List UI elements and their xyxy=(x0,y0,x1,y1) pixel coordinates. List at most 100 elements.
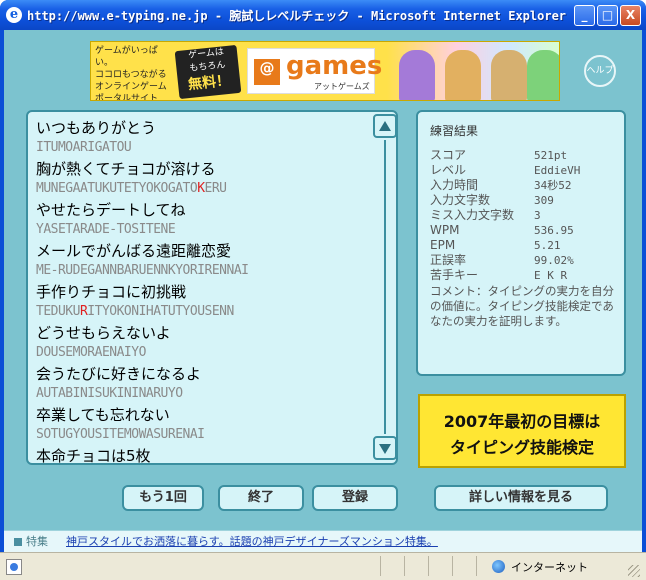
retry-button[interactable]: もう1回 xyxy=(122,485,204,511)
help-button[interactable]: ヘルプ xyxy=(584,55,616,87)
status-divider xyxy=(452,556,453,576)
typing-line-romaji: ITUMOARIGATOU xyxy=(36,140,132,155)
promo-line-1: 2007年最初の目標は xyxy=(443,412,601,431)
badge-free: 無料！ xyxy=(187,72,231,94)
feature-label: 特集 xyxy=(26,535,48,548)
status-divider xyxy=(428,556,429,576)
result-value: EddieVH xyxy=(534,164,581,177)
page-status-icon xyxy=(6,559,22,575)
status-bar: インターネット xyxy=(0,552,646,580)
typing-lines: いつもありがとう ITUMOARIGATOU 胸が熱くてチョコが溶ける MUNEGAA… xyxy=(36,118,366,465)
minimize-button[interactable]: _ xyxy=(574,5,595,26)
window-title: http://www.e-typing.ne.jp - 腕試しレベルチェック -… xyxy=(27,9,567,23)
results-comment: コメント：タイピングの実力を自分の価値に。タイピング技能検定であなたの実力を証明… xyxy=(430,284,614,328)
typing-exam-promo[interactable]: 2007年最初の目標は タイピング技能検定 xyxy=(418,394,626,468)
results-panel: 練習結果 スコア 521pt レベル EddieVH 入力時間 34秒52 入力文字数 309… xyxy=(416,110,626,376)
feature-link[interactable]: 神戸スタイルでお洒落に暮らす。話題の神戸デザイナーズマンション特集。 xyxy=(66,531,438,553)
result-value: 34秒52 xyxy=(534,179,572,192)
resize-grip-icon[interactable] xyxy=(628,565,640,577)
arrow-up-icon xyxy=(379,121,391,131)
title-bar[interactable]: e http://www.e-typing.ne.jp - 腕試しレベルチェック… xyxy=(0,0,646,30)
result-row: EPM 5.21 xyxy=(430,238,620,253)
result-value: 309 xyxy=(534,194,554,207)
result-row: スコア 521pt xyxy=(430,148,620,163)
typing-line-japanese: 本命チョコは5枚 xyxy=(36,447,151,465)
globe-icon xyxy=(492,560,505,573)
register-button[interactable]: 登録 xyxy=(312,485,398,511)
banner-tagline-line: ココロもつながる xyxy=(95,70,167,80)
result-row: 正誤率 99.02% xyxy=(430,253,620,268)
typing-line-romaji: SOTUGYOUSITEMOWASURENAI xyxy=(36,427,205,442)
text-scrollbar[interactable] xyxy=(372,112,396,463)
details-button[interactable]: 詳しい情報を見る xyxy=(434,485,608,511)
feature-bar: 特集 神戸スタイルでお洒落に暮らす。話題の神戸デザイナーズマンション特集。 xyxy=(4,530,642,552)
result-key: ミス入力文字数 xyxy=(430,208,515,222)
typing-line-japanese: どうせもらえないよ xyxy=(36,324,171,342)
results-title: 練習結果 xyxy=(430,124,479,138)
typing-line-japanese: やせたらデートしてね xyxy=(36,201,186,219)
result-key: スコア xyxy=(430,148,467,162)
result-key: WPM xyxy=(430,223,460,237)
zone-label: インターネット xyxy=(511,561,588,574)
status-divider xyxy=(476,556,477,576)
banner-tagline-line: オンラインゲーム xyxy=(95,82,167,92)
scroll-track[interactable] xyxy=(384,140,386,434)
typing-line-romaji: TEDUKURITYOKONIHATUTYOUSENN xyxy=(36,304,234,319)
internet-zone: インターネット xyxy=(492,559,588,575)
typing-line-japanese: 胸が熱くてチョコが溶ける xyxy=(36,160,216,178)
result-value: 536.95 xyxy=(534,224,574,237)
feature-square-icon xyxy=(14,538,22,546)
free-badge: ゲームは もちろん 無料！ xyxy=(174,44,242,100)
result-value: 99.02% xyxy=(534,254,574,267)
typing-line-japanese: メールでがんばる遠距離恋愛 xyxy=(36,242,232,260)
result-key: 入力時間 xyxy=(430,178,479,192)
miss-character: K xyxy=(197,181,205,196)
at-icon: @ xyxy=(254,59,280,85)
result-row: 苦手キー E K R xyxy=(430,268,620,283)
typing-line-japanese: いつもありがとう xyxy=(36,119,157,137)
typing-text-panel: いつもありがとう ITUMOARIGATOU 胸が熱くてチョコが溶ける MUNEGAA… xyxy=(26,110,398,465)
result-row: 入力文字数 309 xyxy=(430,193,620,208)
character-figure xyxy=(491,50,527,100)
maximize-button[interactable]: □ xyxy=(597,5,618,26)
ie-logo-icon: e xyxy=(6,7,22,23)
typing-line-japanese: 手作りチョコに初挑戦 xyxy=(36,283,187,301)
scroll-up-button[interactable] xyxy=(373,114,396,138)
promo-line-2: タイピング技能検定 xyxy=(449,438,594,457)
banner-tagline-line: ポータルサイト xyxy=(95,94,159,101)
typing-line-romaji: YASETARADE-TOSITENE xyxy=(36,222,176,237)
typing-line-japanese: 卒業しても忘れない xyxy=(36,406,170,424)
banner-tagline-line: ゲームがいっぱい。 xyxy=(95,46,158,68)
page-content: ゲームがいっぱい。 ココロもつながる オンラインゲーム ポータルサイト ゲームは… xyxy=(4,30,642,552)
close-button[interactable]: X xyxy=(620,5,641,26)
logo-subtext: アットゲームズ xyxy=(314,82,370,91)
typing-line-japanese: 会うたびに好きになるよ xyxy=(36,365,202,383)
character-figure xyxy=(527,50,559,100)
scroll-down-button[interactable] xyxy=(373,436,396,460)
result-value: 521pt xyxy=(534,149,568,162)
result-key: 正誤率 xyxy=(430,253,467,267)
status-divider xyxy=(404,556,405,576)
result-key: 入力文字数 xyxy=(430,193,491,207)
result-value: 5.21 xyxy=(534,239,561,252)
result-row: 入力時間 34秒52 xyxy=(430,178,620,193)
character-figure xyxy=(445,50,481,100)
badge-top: ゲームは xyxy=(187,47,225,61)
result-row: ミス入力文字数 3 xyxy=(430,208,620,223)
games-ad-banner[interactable]: ゲームがいっぱい。 ココロもつながる オンラインゲーム ポータルサイト ゲームは… xyxy=(90,41,560,101)
end-button[interactable]: 終了 xyxy=(218,485,304,511)
status-divider xyxy=(380,556,381,576)
character-figure xyxy=(399,50,435,100)
games-logo: @ games アットゲームズ xyxy=(247,48,382,94)
banner-tagline: ゲームがいっぱい。 ココロもつながる オンラインゲーム ポータルサイト xyxy=(95,45,175,101)
result-value: E K R xyxy=(534,269,568,282)
typing-line-romaji: DOUSEMORAENAIYO xyxy=(36,345,146,360)
result-key: レベル xyxy=(430,163,467,177)
arrow-down-icon xyxy=(379,444,391,454)
browser-window: e http://www.e-typing.ne.jp - 腕試しレベルチェック… xyxy=(0,0,646,580)
result-row: WPM 536.95 xyxy=(430,223,620,238)
result-key: EPM xyxy=(430,238,456,252)
result-row: レベル EddieVH xyxy=(430,163,620,178)
result-key: 苦手キー xyxy=(430,268,479,282)
typing-line-romaji: ME-RUDEGANNBARUENNKYORIRENNAI xyxy=(36,263,249,278)
